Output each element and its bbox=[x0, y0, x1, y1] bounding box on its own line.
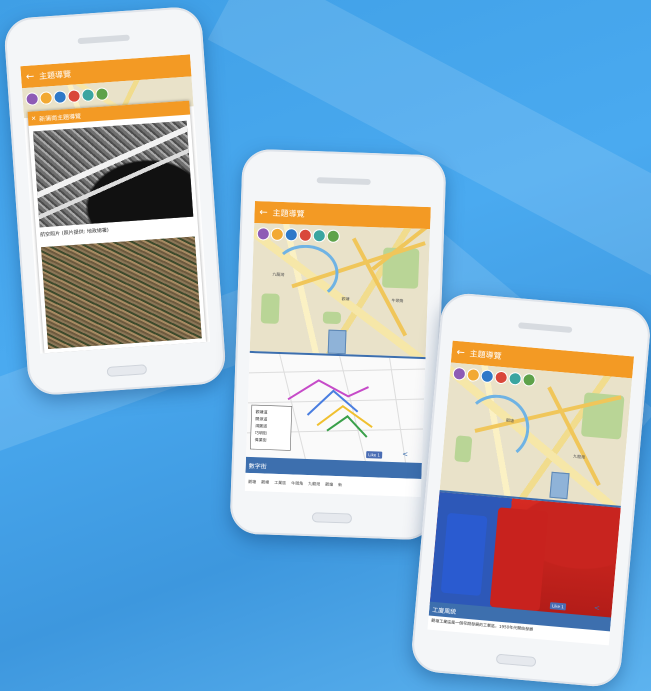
arrow-left-icon[interactable]: ← bbox=[451, 346, 470, 359]
footer-tab[interactable]: 新 bbox=[338, 482, 342, 488]
like-button[interactable]: Like 1 bbox=[366, 451, 383, 459]
aerial-photo-bw bbox=[32, 120, 194, 228]
like-button[interactable]: Like 1 bbox=[549, 602, 567, 611]
phone-3: ← 主題導覽 觀塘 九龍灣 Like 1 < 工廈風貌 觀塘工業區是一個早期發展… bbox=[409, 291, 651, 689]
close-icon[interactable]: ✕ bbox=[31, 115, 37, 122]
category-icon[interactable] bbox=[299, 229, 311, 241]
home-button[interactable] bbox=[495, 653, 537, 668]
app-bar-title: 主題導覽 bbox=[38, 69, 72, 81]
category-icon[interactable] bbox=[54, 91, 66, 103]
share-icon[interactable]: < bbox=[594, 604, 601, 612]
phone-1: ← 主題導覽 ✕ 新蒲崗主題導覽 航空照片 (照片提供: 地政總署) bbox=[3, 5, 227, 397]
category-icon[interactable] bbox=[26, 93, 39, 105]
park-area bbox=[260, 293, 280, 324]
map-label: 觀塘 bbox=[505, 417, 515, 424]
footer-tab[interactable]: 觀塘 bbox=[261, 479, 269, 485]
legend-line: 開源道 bbox=[255, 416, 268, 422]
route-map: 觀塘道 開源道 鴻圖道 巧明街 偉業街 Like 1 < bbox=[245, 350, 426, 465]
category-icons bbox=[257, 228, 339, 242]
category-icon[interactable] bbox=[509, 372, 522, 385]
map-pin[interactable] bbox=[549, 471, 570, 500]
category-icon[interactable] bbox=[327, 230, 339, 242]
phone-2-screen: ← 主題導覽 觀塘 九龍灣 牛頭角 觀塘道 開源道 鴻圖道 巧明街 偉業街 Li… bbox=[244, 201, 431, 497]
river bbox=[460, 391, 533, 464]
category-icon[interactable] bbox=[481, 370, 494, 383]
dialog-title: 新蒲崗主題導覽 bbox=[38, 112, 82, 123]
category-icon[interactable] bbox=[285, 229, 297, 241]
map-view[interactable]: 觀塘 九龍灣 牛頭角 bbox=[249, 223, 431, 358]
category-icon[interactable] bbox=[96, 88, 108, 101]
category-icon[interactable] bbox=[313, 230, 325, 242]
category-icons bbox=[26, 88, 108, 105]
phone-speaker bbox=[518, 322, 573, 333]
stool-red bbox=[489, 507, 549, 612]
footer-tab[interactable]: 觀塘 bbox=[248, 479, 256, 485]
footer-title: 數字街 bbox=[248, 462, 267, 471]
arrow-left-icon[interactable]: ← bbox=[254, 207, 272, 219]
share-icon[interactable]: < bbox=[402, 450, 408, 458]
footer-tab[interactable]: 牛頭角 bbox=[291, 480, 303, 486]
map-label: 九龍灣 bbox=[572, 453, 586, 460]
category-icon[interactable] bbox=[453, 367, 466, 380]
map-label: 觀塘 bbox=[341, 296, 350, 302]
phone-speaker bbox=[316, 177, 371, 186]
stool-blue bbox=[440, 512, 488, 597]
category-icon[interactable] bbox=[68, 90, 80, 102]
app-bar-title: 主題導覽 bbox=[469, 348, 502, 361]
map-view[interactable]: 觀塘 九龍灣 bbox=[439, 362, 633, 506]
category-icon[interactable] bbox=[467, 369, 480, 381]
category-icon[interactable] bbox=[82, 89, 94, 101]
phone-3-screen: ← 主題導覽 觀塘 九龍灣 Like 1 < 工廈風貌 觀塘工業區是一個早期發展… bbox=[427, 340, 635, 646]
legend-line: 鴻圖道 bbox=[255, 423, 268, 429]
footer-tab[interactable]: 九龍灣 bbox=[308, 481, 320, 487]
category-icon[interactable] bbox=[495, 371, 508, 384]
category-icon[interactable] bbox=[257, 228, 270, 240]
category-icon[interactable] bbox=[523, 373, 536, 386]
footer-tab[interactable]: 工業區 bbox=[274, 480, 286, 486]
legend-line: 巧明街 bbox=[254, 430, 267, 436]
map-pin[interactable] bbox=[327, 329, 347, 355]
app-bar-title: 主題導覽 bbox=[272, 208, 305, 219]
aerial-photo-color bbox=[41, 236, 202, 350]
phone-2: ← 主題導覽 觀塘 九龍灣 牛頭角 觀塘道 開源道 鴻圖道 巧明街 偉業街 Li… bbox=[229, 148, 447, 541]
phone-1-screen: ← 主題導覽 ✕ 新蒲崗主題導覽 航空照片 (照片提供: 地政總署) bbox=[20, 54, 211, 354]
legend-line: 偉業街 bbox=[254, 437, 267, 443]
legend-line: 觀塘道 bbox=[255, 409, 268, 415]
phone-speaker bbox=[77, 34, 130, 45]
category-icon[interactable] bbox=[40, 92, 53, 104]
home-button[interactable] bbox=[311, 512, 353, 524]
route-map-svg bbox=[246, 353, 426, 465]
map-label: 牛頭角 bbox=[391, 297, 404, 304]
category-icon[interactable] bbox=[271, 228, 283, 241]
footer-title: 工廈風貌 bbox=[431, 606, 457, 616]
arrow-left-icon[interactable]: ← bbox=[21, 71, 40, 83]
home-button[interactable] bbox=[106, 364, 148, 377]
category-icons bbox=[453, 367, 536, 386]
map-label: 九龍灣 bbox=[272, 271, 285, 278]
park-area bbox=[322, 311, 342, 325]
footer-tab[interactable]: 觀塘 bbox=[325, 482, 333, 488]
dialog: ✕ 新蒲崗主題導覽 航空照片 (照片提供: 地政總署) bbox=[27, 100, 207, 354]
photo-caption: 航空照片 (照片提供: 地政總署) bbox=[40, 227, 110, 239]
stool-photo: Like 1 < bbox=[429, 490, 621, 620]
